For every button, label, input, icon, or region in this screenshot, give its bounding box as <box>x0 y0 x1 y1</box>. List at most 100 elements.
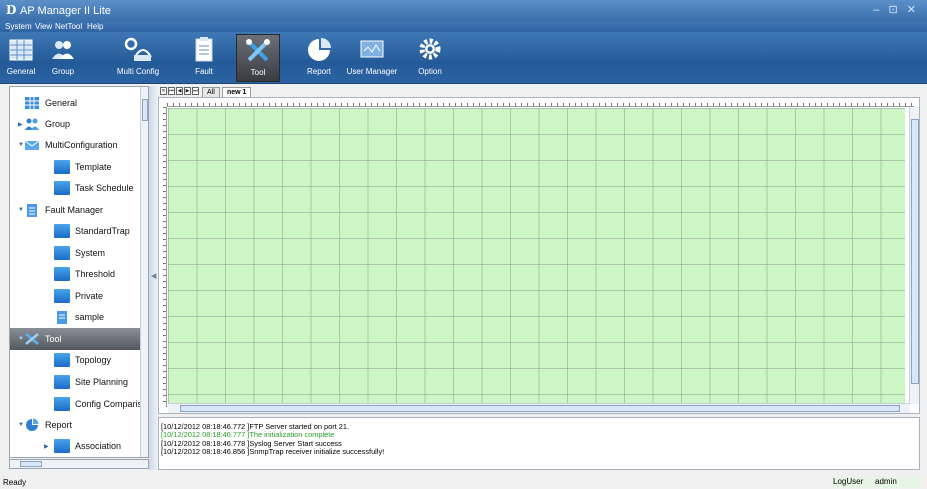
tree-item-sample[interactable]: sample <box>54 306 104 328</box>
folder-icon <box>54 375 70 389</box>
app-logo: D <box>6 3 17 17</box>
tree-item-report[interactable]: ▼ Report <box>18 414 72 436</box>
tree-item-fault-manager[interactable]: ▼ Fault Manager <box>18 199 103 221</box>
folder-icon <box>54 353 70 367</box>
log-line: [10/12/2012 08:18:46.856 ]SnmpTrap recei… <box>161 446 385 456</box>
multi-config-icon <box>24 140 40 150</box>
panel-splitter[interactable]: ◀ <box>149 86 157 470</box>
main-toolbar: General Group Multi Config Fault Tool Re… <box>0 32 927 84</box>
toolbar-fault-button[interactable]: Fault <box>189 34 219 82</box>
tree-item-label: Association <box>75 441 122 451</box>
toolbar-fault-label: Fault <box>195 67 213 76</box>
tree-item-multiconfiguration[interactable]: ▼ MultiConfiguration <box>18 134 118 156</box>
tree-item-config-comparison[interactable]: Config Comparis <box>54 393 142 415</box>
pie-chart-icon <box>26 418 39 431</box>
first-tab-icon[interactable]: ⏮ <box>168 87 175 95</box>
toolbar-option-label: Option <box>418 67 442 76</box>
clipboard-icon <box>195 37 213 62</box>
status-user-name: admin <box>873 477 921 488</box>
toolbar-report-label: Report <box>306 67 331 76</box>
toolbar-general-button[interactable]: General <box>6 34 36 82</box>
tree-item-label: Template <box>75 162 112 172</box>
people-icon <box>52 41 74 59</box>
tree-item-label: Report <box>45 420 73 430</box>
tree-item-label: StandardTrap <box>75 226 130 236</box>
tree-item-general[interactable]: General <box>18 92 77 114</box>
canvas-tab-strip: ✕ ⏮ ◀ ▶ ⏭ All new 1 <box>158 86 927 97</box>
menu-bar: System View NetTool Help <box>0 22 927 32</box>
tree-item-label: Site Planning <box>75 377 129 387</box>
collapse-arrow-icon[interactable]: ◀ <box>151 272 156 280</box>
tree-item-tool[interactable]: ▼ Tool <box>10 328 143 350</box>
window-controls[interactable]: – ⊡ ✕ <box>873 3 919 16</box>
horizontal-ruler <box>167 98 914 107</box>
menu-help[interactable]: Help <box>87 22 103 31</box>
tree-item-label: General <box>45 98 78 108</box>
toolbar-group-button[interactable]: Group <box>44 34 82 82</box>
tree-item-label: Fault Manager <box>45 205 104 215</box>
grid-icon <box>25 97 39 109</box>
clipboard-icon <box>57 311 67 324</box>
tree-item-task-schedule[interactable]: Task Schedule <box>54 177 134 199</box>
last-tab-icon[interactable]: ⏭ <box>192 87 199 95</box>
canvas-horizontal-scrollbar[interactable] <box>168 403 910 413</box>
canvas-vertical-scrollbar[interactable] <box>909 107 919 404</box>
menu-view[interactable]: View <box>35 22 52 31</box>
folder-icon <box>54 181 70 195</box>
prev-tab-icon[interactable]: ◀ <box>176 87 183 95</box>
log-panel: [10/12/2012 08:18:46.772 ]FTP Server sta… <box>158 417 920 470</box>
folder-icon <box>54 289 70 303</box>
status-ready: Ready <box>3 478 27 487</box>
folder-icon <box>54 439 70 453</box>
clipboard-icon <box>27 204 37 217</box>
tree-item-private[interactable]: Private <box>54 285 103 307</box>
tree-item-label: Tool <box>45 334 62 344</box>
folder-icon <box>54 224 70 238</box>
tab-all[interactable]: All <box>202 87 220 97</box>
folder-icon <box>54 397 70 411</box>
folder-icon <box>54 267 70 281</box>
vertical-ruler <box>159 107 167 407</box>
people-icon <box>25 118 39 130</box>
tree-item-label: Private <box>75 291 104 301</box>
tree-item-system[interactable]: System <box>54 242 105 264</box>
tree-item-label: Group <box>45 119 71 129</box>
toolbar-group-label: Group <box>51 67 75 76</box>
status-log-user-label: LogUser <box>831 477 871 488</box>
tree-item-threshold[interactable]: Threshold <box>54 263 115 285</box>
tree-vertical-scrollbar[interactable] <box>140 87 148 457</box>
tree-item-topology[interactable]: Topology <box>54 349 111 371</box>
toolbar-general-label: General <box>6 67 36 76</box>
tab-new-1[interactable]: new 1 <box>222 87 252 97</box>
tree-horizontal-scrollbar[interactable] <box>9 459 149 469</box>
toolbar-tool-label: Tool <box>250 68 266 77</box>
topology-canvas[interactable] <box>158 97 920 414</box>
toolbar-multi-config-label: Multi Config <box>116 67 160 76</box>
toolbar-report-button[interactable]: Report <box>301 34 337 82</box>
menu-system[interactable]: System <box>5 22 32 31</box>
tree-item-label: Threshold <box>75 269 116 279</box>
tree-item-label: Task Schedule <box>75 183 134 193</box>
window-title: AP Manager II Lite <box>20 5 111 17</box>
toolbar-multi-config-button[interactable]: Multi Config <box>116 34 160 82</box>
tree-item-site-planning[interactable]: Site Planning <box>54 371 128 393</box>
toolbar-user-manager-button[interactable]: User Manager <box>344 34 400 82</box>
menu-nettool[interactable]: NetTool <box>55 22 82 31</box>
tools-icon <box>246 39 270 62</box>
tree-item-group[interactable]: ▶ Group <box>18 113 70 135</box>
tree-item-standardtrap[interactable]: StandardTrap <box>54 220 130 242</box>
expand-icon[interactable]: ▶ <box>44 443 50 450</box>
next-tab-icon[interactable]: ▶ <box>184 87 191 95</box>
tree-item-label: Topology <box>75 355 112 365</box>
status-bar: Ready LogUser admin <box>0 476 927 489</box>
toolbar-tool-button[interactable]: Tool <box>236 34 280 82</box>
tree-item-template[interactable]: Template <box>54 156 112 178</box>
canvas-grid[interactable] <box>168 108 905 403</box>
tree-item-association[interactable]: ▶ Association <box>44 435 121 457</box>
close-tab-icon[interactable]: ✕ <box>160 87 167 95</box>
title-bar: D AP Manager II Lite – ⊡ ✕ <box>0 0 927 22</box>
toolbar-option-button[interactable]: Option <box>413 34 447 82</box>
tools-icon <box>25 333 39 345</box>
gear-icon <box>419 38 441 60</box>
navigation-tree: General ▶ Group ▼ MultiConfiguration Tem… <box>9 86 149 458</box>
